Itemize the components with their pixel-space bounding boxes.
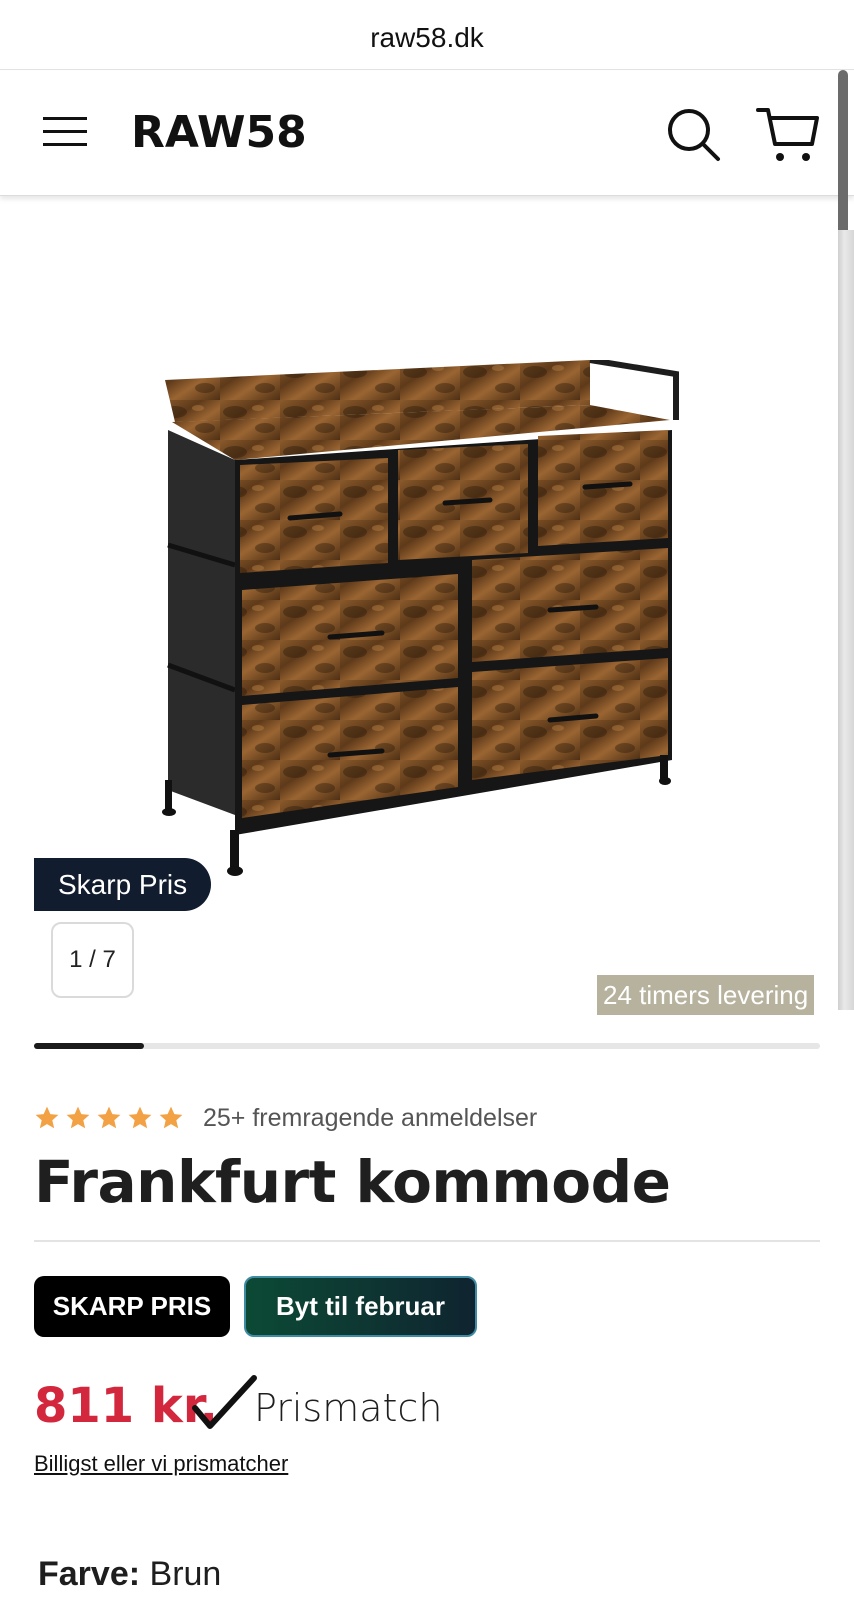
star-icon <box>159 1106 183 1129</box>
next-image-peek[interactable] <box>838 230 854 1010</box>
gallery-pager[interactable]: 1 / 7 <box>51 922 134 998</box>
hamburger-menu-icon[interactable] <box>40 111 90 151</box>
color-selector-label: Farve: Brun <box>38 1555 221 1594</box>
prismatch-label: Prismatch <box>192 1370 442 1434</box>
product-price: 811 kr. <box>34 1378 218 1434</box>
byt-til-februar-button[interactable]: Byt til februar <box>244 1276 477 1337</box>
star-icon <box>66 1106 90 1129</box>
gallery-progress-track[interactable] <box>34 1043 820 1049</box>
cart-icon[interactable] <box>756 106 820 164</box>
browser-url-bar[interactable]: raw58.dk <box>0 0 854 70</box>
skarp-pris-tag[interactable]: SKARP PRIS <box>34 1276 230 1337</box>
delivery-badge: 24 timers levering <box>597 975 815 1015</box>
gallery-progress-fill <box>34 1043 145 1049</box>
star-icon <box>97 1106 121 1129</box>
product-image-dresser[interactable] <box>160 360 700 890</box>
prismatch-text: Prismatch <box>254 1386 443 1430</box>
search-icon[interactable] <box>665 106 723 164</box>
site-logo[interactable]: RAW58 <box>131 107 307 158</box>
skarp-pris-badge: Skarp Pris <box>34 858 212 911</box>
rating-stars <box>34 1105 189 1131</box>
color-value: Brun <box>149 1555 222 1593</box>
checkmark-icon <box>192 1375 257 1429</box>
star-icon <box>128 1106 152 1129</box>
site-header: RAW58 <box>0 71 854 196</box>
divider <box>34 1240 820 1242</box>
product-title: Frankfurt kommode <box>34 1148 671 1216</box>
rating-row[interactable]: 25+ fremragende anmeldelser <box>34 1103 537 1133</box>
rating-text[interactable]: 25+ fremragende anmeldelser <box>203 1104 537 1133</box>
color-label: Farve: <box>38 1555 141 1593</box>
prismatch-link[interactable]: Billigst eller vi prismatcher <box>34 1451 288 1477</box>
url-text[interactable]: raw58.dk <box>370 22 484 54</box>
star-icon <box>35 1106 59 1129</box>
